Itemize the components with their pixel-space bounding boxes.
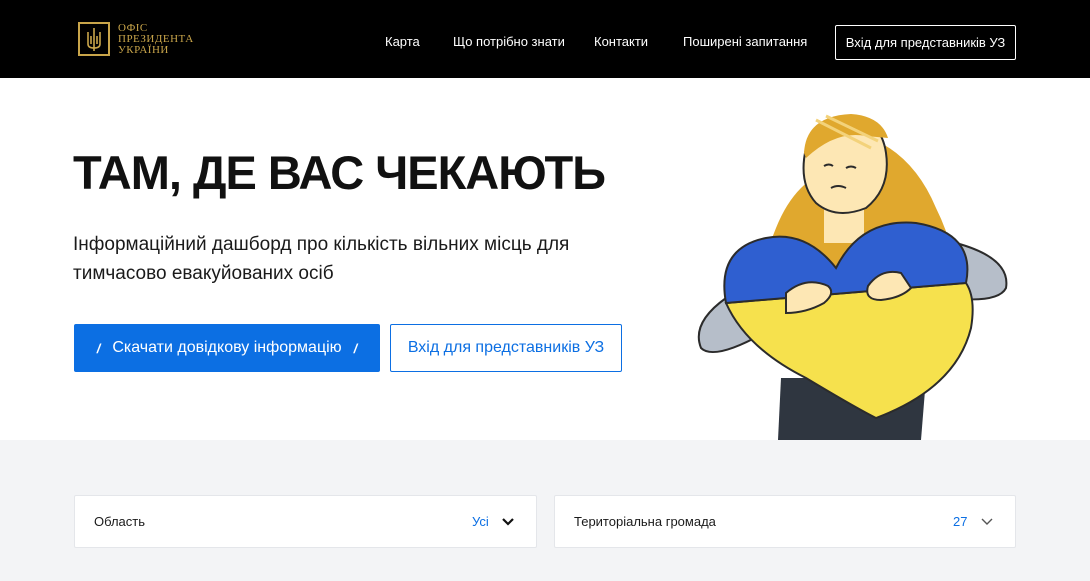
hero-login-button[interactable]: Вхід для представників УЗ (390, 324, 622, 372)
woman-hugging-heart-illustration (686, 108, 1016, 440)
region-dropdown-label: Область (94, 514, 146, 529)
slash-deco-icon: / (96, 340, 101, 356)
nav-link-faq[interactable]: Поширені запитання (683, 34, 807, 50)
hero-subtitle: Інформаційний дашборд про кількість віль… (73, 234, 570, 284)
logo-line-3: УКРАЇНИ (118, 44, 169, 56)
community-dropdown-value: 27 (953, 514, 968, 529)
header-login-button[interactable]: Вхід для представників УЗ (835, 25, 1016, 60)
logo-text: ОФІС ПРЕЗИДЕНТА УКРАЇНИ (118, 23, 194, 56)
chevron-down-icon (500, 513, 516, 529)
nav-link-contacts[interactable]: Контакти (594, 34, 648, 50)
chevron-down-icon (979, 513, 995, 529)
trident-emblem-icon (78, 22, 110, 56)
download-info-button-label: Скачати довідкову інформацію (112, 339, 342, 356)
download-info-button[interactable]: / Скачати довідкову інформацію / (74, 324, 380, 372)
community-dropdown[interactable]: Територіальна громада 27 (554, 495, 1016, 548)
slash-deco-icon: / (353, 340, 358, 356)
community-dropdown-label: Територіальна громада (574, 514, 716, 529)
hero-title: ТАМ, ДЕ ВАС ЧЕКАЮТЬ (73, 146, 606, 199)
nav-link-what-to-know[interactable]: Що потрібно знати (453, 34, 565, 50)
region-dropdown-value: Усі (472, 514, 489, 529)
region-dropdown[interactable]: Область Усі (74, 495, 537, 548)
logo[interactable]: ОФІС ПРЕЗИДЕНТА УКРАЇНИ (78, 22, 218, 58)
site-header: ОФІС ПРЕЗИДЕНТА УКРАЇНИ Карта Що потрібн… (0, 0, 1090, 78)
nav-link-map[interactable]: Карта (385, 34, 420, 50)
